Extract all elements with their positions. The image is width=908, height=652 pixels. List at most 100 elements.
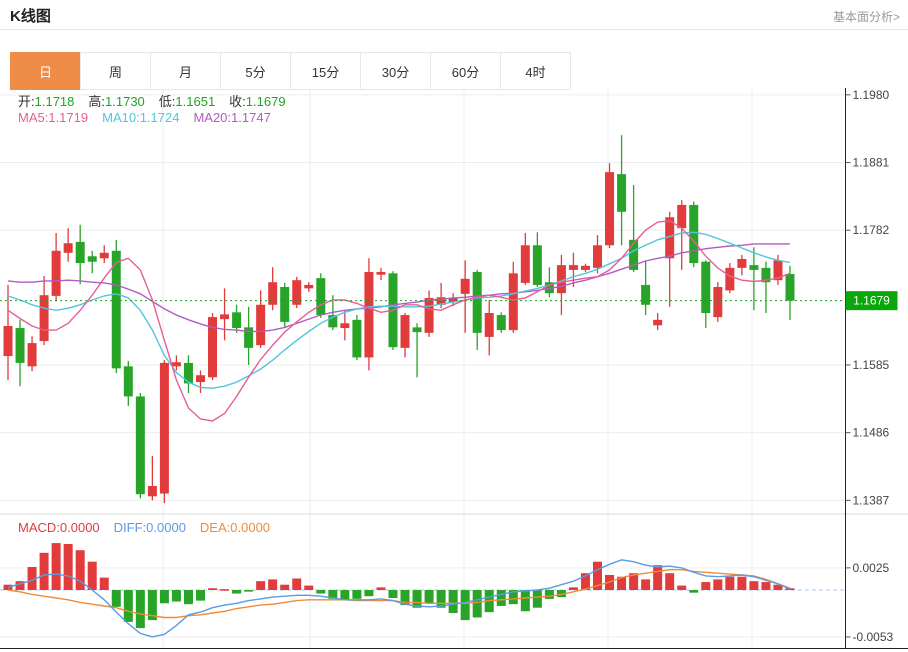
candle-body: [4, 326, 13, 356]
macd-histogram-bar: [340, 590, 349, 600]
candle-body: [617, 174, 626, 212]
info-pair: DEA:0.0000: [200, 520, 270, 535]
macd-histogram-bar: [641, 579, 650, 590]
kline-page: 1.19801.18811.17821.15851.14861.13870.00…: [0, 0, 908, 652]
macd-histogram-bar: [220, 589, 229, 591]
macd-histogram-bar: [569, 587, 578, 590]
candle-body: [232, 312, 241, 328]
candle-body: [413, 327, 422, 332]
tab-period-4[interactable]: 15分: [290, 52, 361, 90]
candle-body: [136, 396, 145, 494]
macd-histogram-bar: [461, 590, 470, 620]
macd-histogram-bar: [268, 579, 277, 590]
macd-histogram-bar: [112, 590, 121, 607]
macd-histogram-bar: [653, 565, 662, 590]
macd-histogram-bar: [64, 544, 73, 590]
y-axis-tick-label: 1.1782: [853, 223, 890, 237]
candle-body: [148, 486, 157, 496]
candle-body: [713, 287, 722, 317]
fundamental-analysis-link[interactable]: 基本面分析>: [833, 8, 900, 25]
macd-histogram-bar: [40, 553, 49, 590]
macd-histogram-bar: [725, 577, 734, 590]
macd-histogram-bar: [184, 590, 193, 604]
candle-body: [112, 251, 121, 369]
candle-body: [352, 320, 361, 358]
candle-body: [521, 245, 530, 283]
info-pair: MA5:1.1719: [18, 110, 88, 125]
candle-body: [749, 265, 758, 270]
macd-histogram-bar: [473, 590, 482, 617]
candle-body: [425, 298, 434, 333]
candle-body: [64, 243, 73, 253]
candle-body: [581, 266, 590, 270]
candle-body: [100, 253, 109, 258]
candle-body: [280, 287, 289, 322]
macd-histogram-bar: [497, 590, 506, 606]
candle-body: [461, 279, 470, 294]
tab-period-1[interactable]: 周: [80, 52, 151, 90]
candle-body: [497, 315, 506, 330]
macd-histogram-bar: [160, 590, 169, 603]
ohlc-info-bar: 开:1.1718高:1.1730低:1.1651收:1.1679: [18, 91, 300, 110]
candle-body: [256, 305, 265, 345]
header: K线图 基本面分析>: [0, 0, 908, 30]
candle-body: [172, 362, 181, 366]
macd-histogram-bar: [208, 588, 217, 590]
candle-body: [473, 272, 482, 333]
candle-body: [124, 366, 133, 396]
candle-body: [737, 259, 746, 268]
candle-body: [268, 282, 277, 305]
candle-body: [533, 245, 542, 285]
info-pair: MACD:0.0000: [18, 520, 100, 535]
macd-histogram-bar: [449, 590, 458, 613]
candle-body: [160, 363, 169, 494]
macd-histogram-bar: [364, 590, 373, 596]
y-axis-tick-label: 0.0025: [853, 561, 890, 575]
tab-period-3[interactable]: 5分: [220, 52, 291, 90]
y-axis-tick-label: 1.1585: [853, 358, 890, 372]
macd-histogram-bar: [124, 590, 133, 622]
candle-body: [653, 320, 662, 325]
candle-body: [376, 272, 385, 275]
candle-body: [485, 313, 494, 337]
candle-body: [316, 278, 325, 315]
macd-histogram-bar: [256, 581, 265, 590]
macd-histogram-bar: [376, 587, 385, 590]
info-pair: DIFF:0.0000: [114, 520, 186, 535]
tab-period-6[interactable]: 60分: [430, 52, 501, 90]
y-axis-tick-label: 1.1486: [853, 426, 890, 440]
candle-body: [340, 323, 349, 328]
candle-body: [304, 285, 313, 288]
macd-histogram-bar: [304, 586, 313, 590]
candle-body: [605, 172, 614, 245]
info-pair: MA10:1.1724: [102, 110, 179, 125]
info-pair: 高:1.1730: [88, 91, 144, 110]
candle-body: [52, 251, 61, 296]
macd-histogram-bar: [280, 585, 289, 590]
tab-period-7[interactable]: 4时: [500, 52, 571, 90]
macd-histogram-bar: [665, 573, 674, 590]
info-pair: MA20:1.1747: [193, 110, 270, 125]
candle-body: [786, 274, 795, 301]
macd-histogram-bar: [88, 562, 97, 590]
candle-body: [701, 262, 710, 313]
macd-histogram-bar: [677, 586, 686, 590]
tab-period-0[interactable]: 日: [10, 52, 81, 90]
y-axis-tick-label: -0.0053: [853, 630, 894, 644]
tab-period-2[interactable]: 月: [150, 52, 221, 90]
candle-body: [593, 245, 602, 268]
macd-histogram-bar: [136, 590, 145, 628]
macd-histogram-bar: [196, 590, 205, 601]
candle-body: [677, 205, 686, 228]
tab-period-5[interactable]: 30分: [360, 52, 431, 90]
macd-histogram-bar: [244, 590, 253, 592]
macd-histogram-bar: [533, 590, 542, 608]
macd-histogram-bar: [388, 590, 397, 598]
macd-histogram-bar: [737, 577, 746, 590]
macd-histogram-bar: [545, 590, 554, 599]
candle-body: [40, 295, 49, 341]
macd-histogram-bar: [316, 590, 325, 594]
candle-body: [641, 285, 650, 305]
period-tab-bar: 日周月5分15分30分60分4时: [10, 52, 571, 90]
candle-body: [401, 315, 410, 348]
